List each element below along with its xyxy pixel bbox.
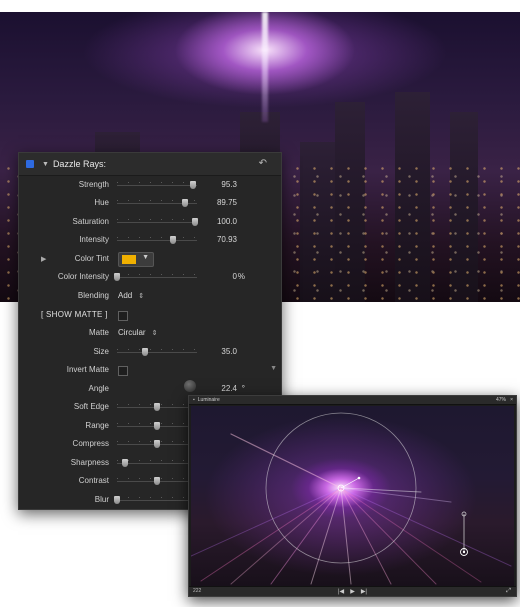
param-show-matte: [ SHOW MATTE ]: [19, 309, 281, 323]
param-value[interactable]: 22.4: [221, 384, 237, 393]
strength-slider[interactable]: [117, 181, 197, 189]
param-label: Blending: [77, 291, 109, 300]
param-label: Color Intensity: [57, 272, 109, 281]
matte-popup[interactable]: Circular ⇕: [118, 328, 157, 337]
popup-value: Add: [118, 291, 133, 300]
slider-thumb[interactable]: [114, 496, 120, 504]
up-down-arrows-icon: ⇕: [151, 330, 158, 337]
param-invert-matte: Invert Matte: [19, 364, 281, 378]
contrast-slider[interactable]: [117, 477, 197, 485]
play-icon[interactable]: ▶: [350, 588, 355, 595]
chevron-down-icon[interactable]: ▼: [142, 254, 149, 261]
scroll-down-icon[interactable]: ▼: [270, 365, 277, 372]
param-unit: %: [237, 272, 245, 281]
param-label: Intensity: [79, 235, 109, 244]
param-label: Invert Matte: [66, 365, 109, 374]
param-label: Strength: [78, 180, 109, 189]
param-strength: Strength 95.3: [19, 179, 281, 193]
param-label: Angle: [88, 384, 109, 393]
compress-slider[interactable]: [117, 440, 197, 448]
slider-thumb[interactable]: [142, 348, 148, 356]
param-color-intensity: Color Intensity 0 %: [19, 271, 281, 285]
slider-thumb[interactable]: [114, 273, 120, 281]
param-value[interactable]: 70.93: [217, 235, 237, 244]
previous-frame-icon[interactable]: |◀: [338, 588, 344, 595]
disclosure-triangle-icon[interactable]: ▼: [42, 161, 49, 168]
color-swatch: [122, 255, 136, 264]
viewer-title: Luminaire: [197, 397, 220, 403]
param-label: Blur: [94, 495, 109, 504]
color-well[interactable]: ▼: [118, 252, 154, 267]
slider-thumb[interactable]: [154, 477, 160, 485]
param-label: Compress: [72, 439, 109, 448]
close-icon[interactable]: ×: [510, 397, 513, 403]
blending-popup[interactable]: Add ⇕: [118, 291, 144, 300]
param-intensity: Intensity 70.93: [19, 234, 281, 248]
param-value[interactable]: 0: [233, 272, 237, 281]
param-label: Soft Edge: [73, 402, 109, 411]
fullscreen-icon[interactable]: ⤢: [506, 588, 511, 595]
canvas-viewer-window: ▪ Luminaire 47% × 222 |◀ ▶ ▶| ⤢: [188, 395, 517, 597]
viewer-canvas[interactable]: [191, 406, 514, 586]
slider-thumb[interactable]: [182, 199, 188, 207]
slider-thumb[interactable]: [154, 440, 160, 448]
show-matte-checkbox[interactable]: [118, 311, 128, 321]
popup-value: Circular: [118, 328, 146, 337]
param-label: Range: [85, 421, 109, 430]
param-hue: Hue 89.75: [19, 197, 281, 211]
slider-thumb[interactable]: [190, 181, 196, 189]
range-slider[interactable]: [117, 422, 197, 430]
param-label: Hue: [94, 198, 109, 207]
param-label: Color Tint: [74, 254, 109, 263]
panel-title: Dazzle Rays:: [52, 159, 106, 169]
next-frame-icon[interactable]: ▶|: [361, 588, 367, 595]
zoom-level[interactable]: 47%: [496, 397, 506, 403]
size-slider[interactable]: [117, 348, 197, 356]
param-label: Matte: [88, 328, 109, 337]
slider-thumb[interactable]: [154, 422, 160, 430]
timecode[interactable]: 222: [193, 588, 201, 594]
invert-matte-checkbox[interactable]: [118, 366, 128, 376]
soft-edge-slider[interactable]: [117, 403, 197, 411]
param-unit: °: [241, 384, 245, 393]
param-matte: Matte Circular ⇕: [19, 327, 281, 341]
viewer-title-bar: ▪ Luminaire 47% ×: [189, 396, 516, 405]
param-label: Size: [93, 347, 109, 356]
reset-icon[interactable]: ↶: [259, 158, 267, 169]
slider-thumb[interactable]: [170, 236, 176, 244]
param-size: Size 35.0: [19, 346, 281, 360]
blur-slider[interactable]: [114, 496, 197, 504]
param-value[interactable]: 89.75: [217, 198, 237, 207]
rays-overlay: [191, 412, 512, 585]
angle-dial[interactable]: [184, 380, 196, 392]
param-blending: Blending Add ⇕: [19, 290, 281, 304]
light-beam: [262, 12, 268, 122]
param-label: Saturation: [72, 217, 109, 226]
slider-thumb[interactable]: [154, 403, 160, 411]
document-icon: ▪: [193, 397, 195, 403]
expand-triangle-icon[interactable]: ▶: [41, 255, 46, 263]
param-saturation: Saturation 100.0: [19, 216, 281, 230]
viewer-transport-bar: 222 |◀ ▶ ▶| ⤢: [189, 586, 516, 596]
intensity-slider[interactable]: [117, 236, 197, 244]
param-label: Contrast: [78, 476, 109, 485]
param-value[interactable]: 35.0: [221, 347, 237, 356]
saturation-slider[interactable]: [117, 218, 198, 226]
param-label: Sharpness: [70, 458, 109, 467]
param-color-tint: ▶ Color Tint ▼: [19, 252, 281, 267]
hue-slider[interactable]: [117, 199, 197, 207]
slider-thumb[interactable]: [191, 218, 198, 226]
panel-header: ▼ Dazzle Rays: ↶: [19, 153, 281, 176]
show-matte-label: [ SHOW MATTE ]: [41, 310, 108, 319]
param-value[interactable]: 100.0: [217, 217, 237, 226]
slider-thumb[interactable]: [122, 459, 128, 467]
enable-checkbox-icon[interactable]: [26, 160, 34, 168]
sharpness-slider[interactable]: [117, 459, 197, 467]
up-down-arrows-icon: ⇕: [138, 293, 145, 300]
color-intensity-slider[interactable]: [114, 273, 197, 281]
param-value[interactable]: 95.3: [221, 180, 237, 189]
